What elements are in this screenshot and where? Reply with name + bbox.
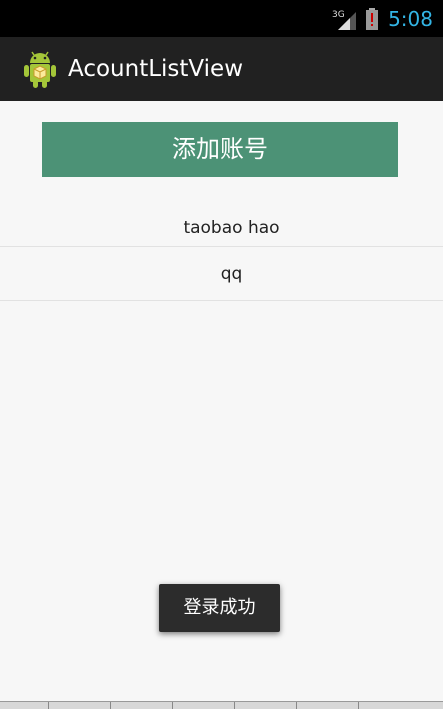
svg-text:3G: 3G (332, 10, 345, 20)
action-bar: AcountListView (0, 37, 443, 101)
android-app-icon[interactable] (22, 49, 58, 89)
battery-alert-icon (366, 8, 378, 30)
signal-3g-icon: 3G (332, 10, 356, 30)
list-item[interactable]: qq (0, 247, 443, 301)
toast-message: 登录成功 (159, 584, 280, 632)
app-title: AcountListView (68, 56, 244, 82)
add-account-button[interactable]: 添加账号 (42, 122, 398, 177)
status-clock: 5:08 (388, 7, 433, 31)
account-list: taobao hao qq (0, 211, 443, 301)
status-bar: 3G 5:08 (0, 0, 443, 37)
list-item[interactable]: taobao hao (0, 211, 443, 247)
account-name: qq (220, 264, 243, 284)
account-name: taobao hao (183, 218, 280, 238)
